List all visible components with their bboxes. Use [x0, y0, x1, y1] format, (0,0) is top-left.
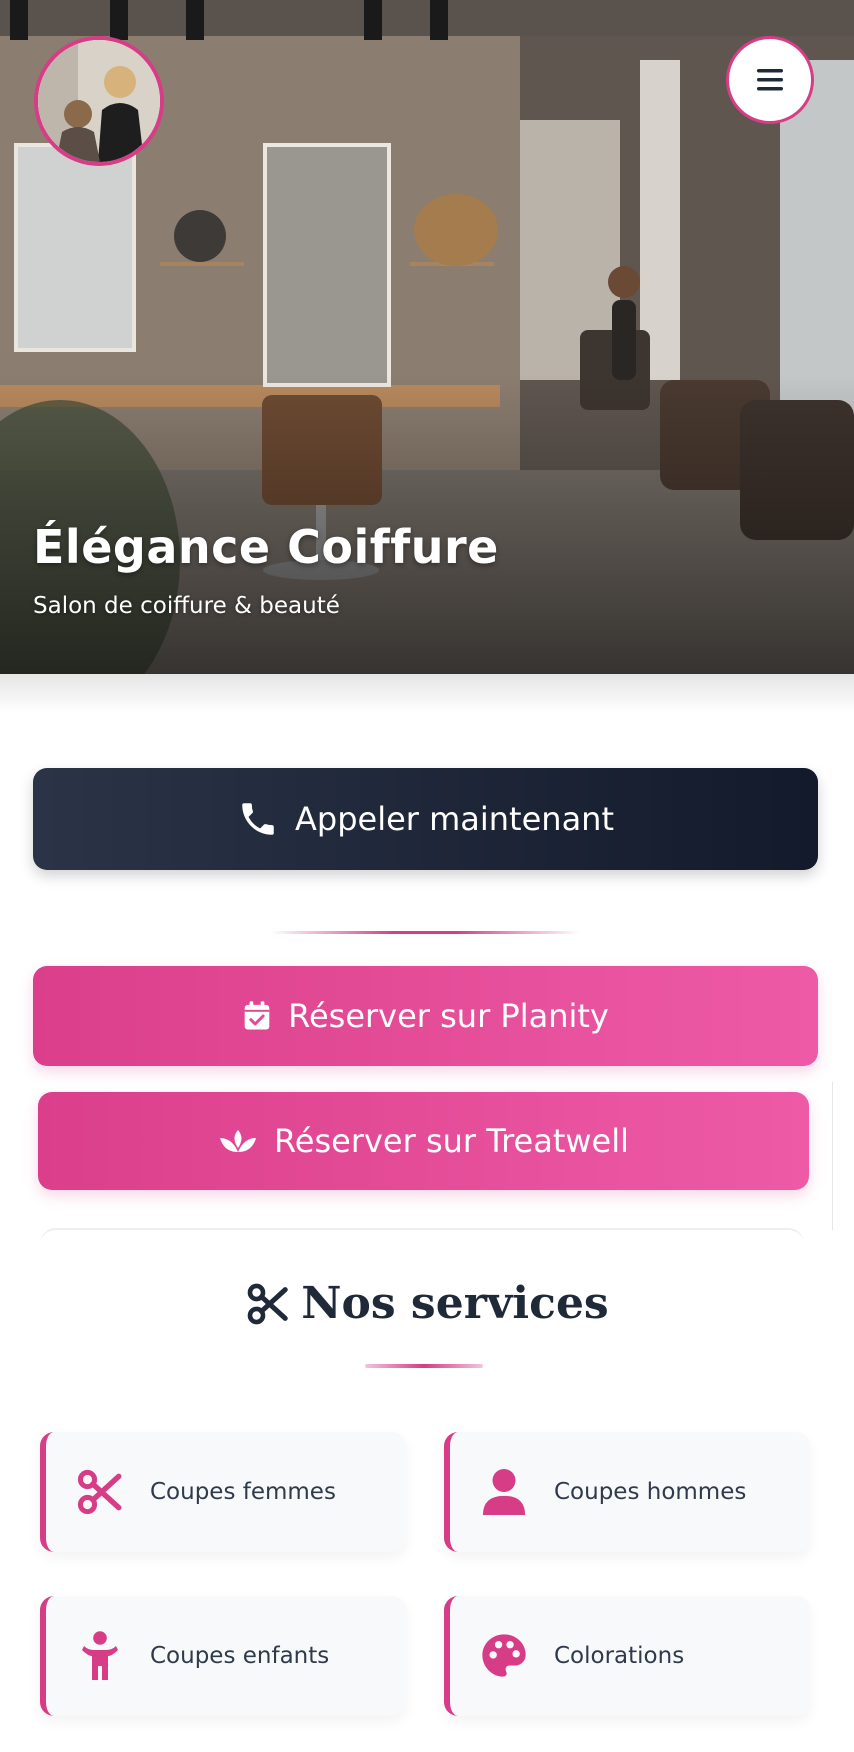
call-now-button[interactable]: Appeler maintenant — [33, 768, 818, 870]
child-icon — [82, 1631, 118, 1680]
palette-icon — [482, 1634, 526, 1677]
phone-icon — [242, 803, 274, 835]
service-label: Colorations — [554, 1643, 685, 1669]
book-planity-label: Réserver sur Planity — [288, 997, 609, 1035]
spa-lotus-icon — [219, 1130, 256, 1152]
calendar-check-icon — [244, 1001, 270, 1030]
salon-tagline: Salon de coiffure & beauté — [33, 593, 340, 619]
scissors-icon — [247, 1283, 289, 1324]
scroll-edge — [832, 1082, 833, 1230]
service-card-coupes-hommes[interactable]: Coupes hommes — [444, 1432, 810, 1552]
salon-name: Élégance Coiffure — [33, 520, 499, 574]
call-now-label: Appeler maintenant — [294, 800, 614, 838]
salon-logo-avatar[interactable] — [34, 36, 164, 166]
scissors-icon — [77, 1469, 122, 1515]
hamburger-icon — [757, 69, 783, 91]
book-treatwell-button[interactable]: Réserver sur Treatwell — [38, 1092, 809, 1190]
section-divider — [270, 931, 580, 934]
services-underline — [365, 1364, 483, 1368]
user-icon — [482, 1469, 526, 1515]
services-heading: Nos services — [0, 1278, 854, 1329]
menu-button[interactable] — [726, 36, 814, 124]
service-card-colorations[interactable]: Colorations — [444, 1596, 810, 1716]
hero-banner: Élégance Coiffure Salon de coiffure & be… — [0, 0, 854, 674]
hero-shadow — [0, 674, 854, 714]
hairdresser-photo — [38, 40, 160, 162]
service-label: Coupes enfants — [150, 1643, 330, 1669]
panel-top-edge — [40, 1228, 804, 1244]
service-label: Coupes hommes — [554, 1479, 747, 1505]
book-treatwell-label: Réserver sur Treatwell — [273, 1122, 629, 1160]
service-card-coupes-enfants[interactable]: Coupes enfants — [40, 1596, 406, 1716]
service-card-coupes-femmes[interactable]: Coupes femmes — [40, 1432, 406, 1552]
service-label: Coupes femmes — [150, 1479, 336, 1505]
book-planity-button[interactable]: Réserver sur Planity — [33, 966, 818, 1066]
services-title: Nos services — [301, 1278, 609, 1329]
